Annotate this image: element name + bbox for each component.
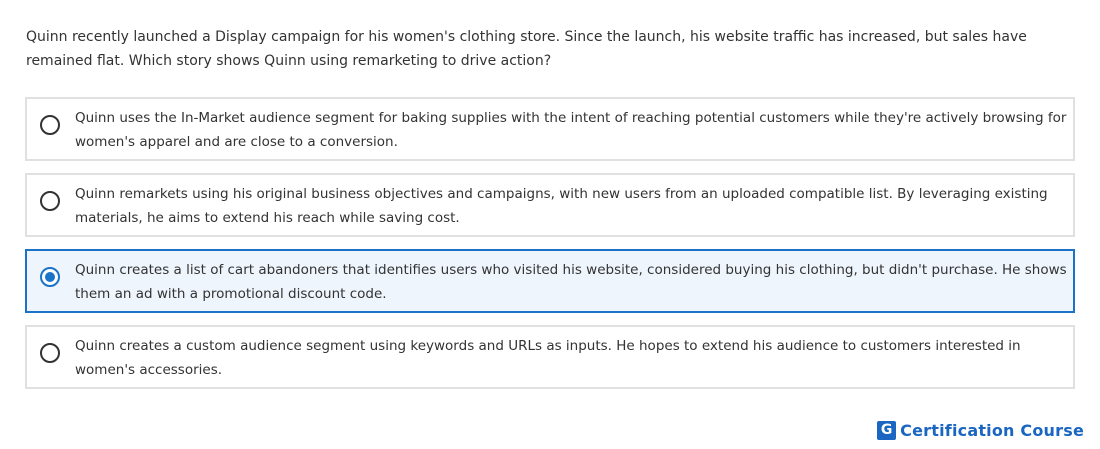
answer-option-2[interactable]: Quinn remarkets using his original busin… [25,173,1075,237]
radio-button-3[interactable] [40,267,60,287]
answer-option-3-label: Quinn creates a list of cart abandoners … [75,262,1067,302]
brand-name: Certification Course [900,420,1084,440]
answer-option-4-label: Quinn creates a custom audience segment … [75,338,1021,378]
radio-button-2[interactable] [40,191,60,211]
answer-option-1[interactable]: Quinn uses the In-Market audience segmen… [25,97,1075,161]
answer-options: Quinn uses the In-Market audience segmen… [25,97,1075,401]
answer-option-1-label: Quinn uses the In-Market audience segmen… [75,110,1067,150]
answer-option-3[interactable]: Quinn creates a list of cart abandoners … [25,249,1075,313]
radio-selected-dot [45,272,55,282]
answer-option-2-label: Quinn remarkets using his original busin… [75,186,1048,226]
g-logo-icon: G [877,420,897,440]
question-text: Quinn recently launched a Display campai… [26,29,1027,69]
answer-option-4[interactable]: Quinn creates a custom audience segment … [25,325,1075,389]
brand-logo: G Certification Course [877,419,1084,441]
radio-button-1[interactable] [40,115,60,135]
radio-button-4[interactable] [40,343,60,363]
